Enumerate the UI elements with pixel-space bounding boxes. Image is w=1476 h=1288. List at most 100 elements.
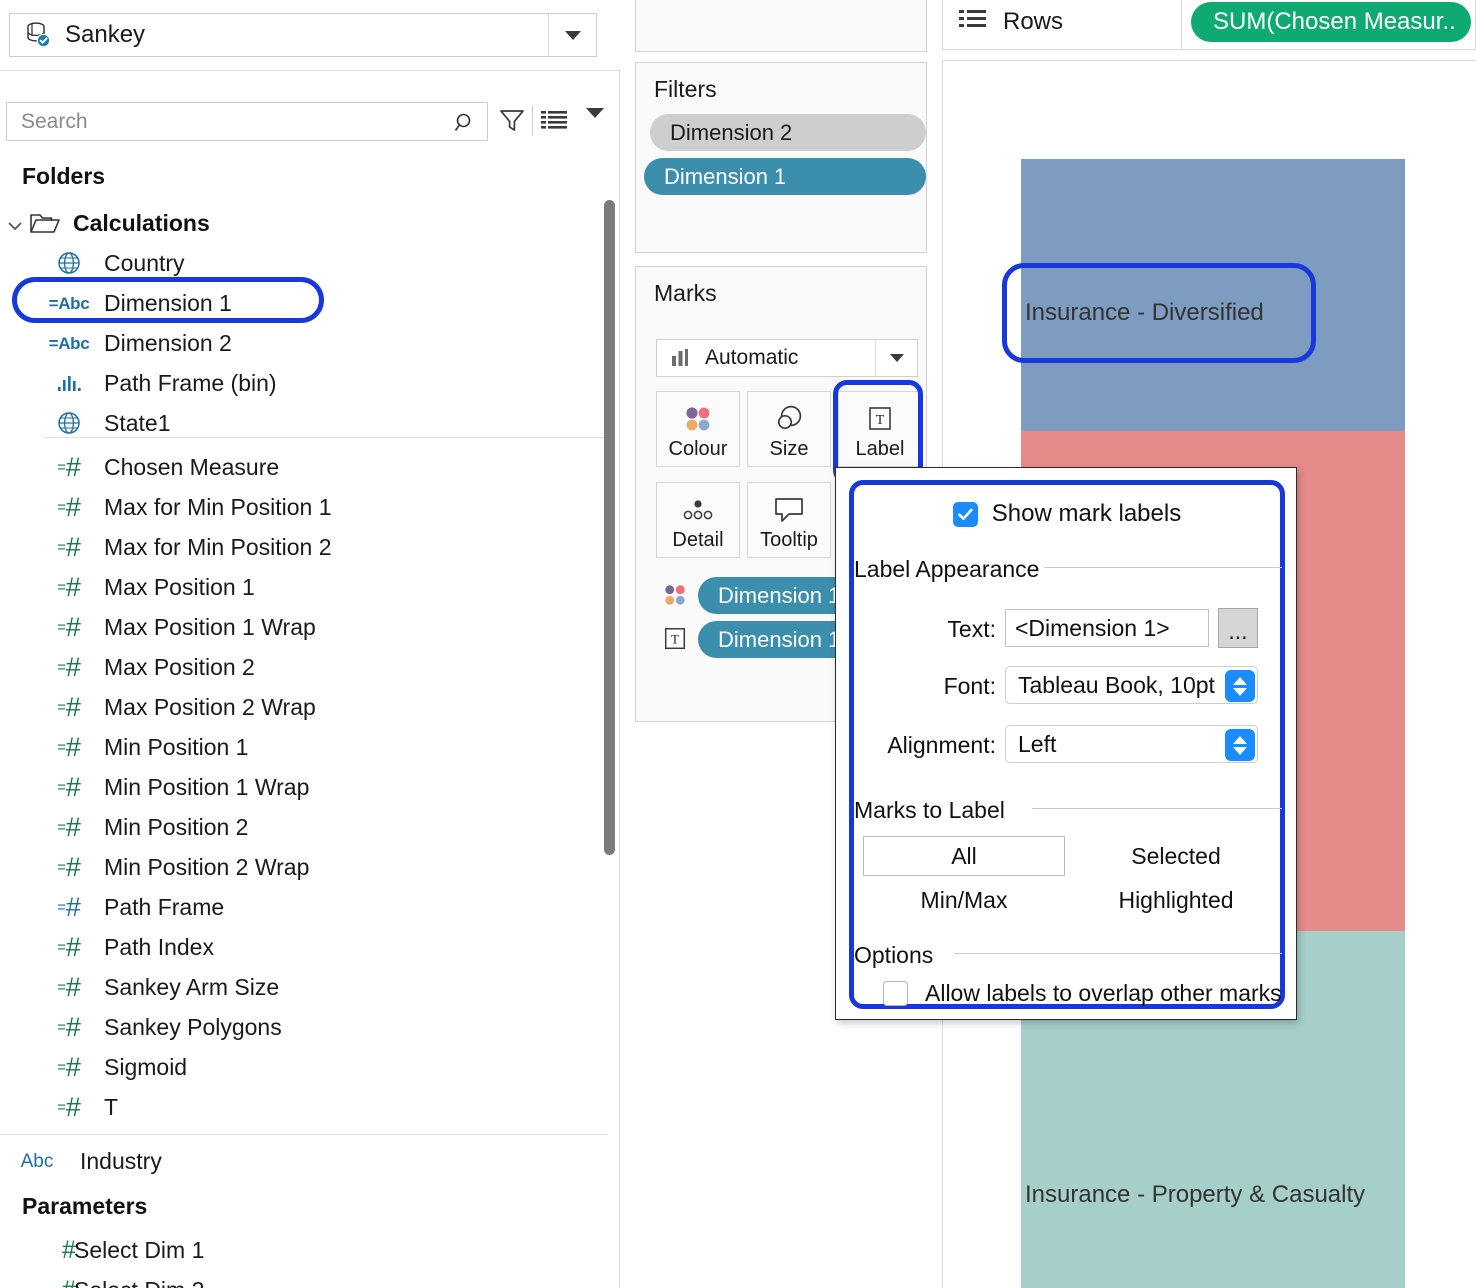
- field-row[interactable]: =# Path Frame: [0, 887, 608, 927]
- field-row[interactable]: =# Max Position 1: [0, 567, 608, 607]
- field-row[interactable]: =# Sankey Arm Size: [0, 967, 608, 1007]
- pill-label: Dimension 1: [718, 626, 841, 652]
- chevron-down-icon[interactable]: [6, 215, 22, 231]
- bar-segment-insurance-diversified[interactable]: [1021, 159, 1405, 431]
- marks-to-label-option-all[interactable]: All: [863, 836, 1065, 876]
- field-label: State1: [104, 409, 171, 436]
- mark-type-dropdown-button[interactable]: [875, 340, 917, 376]
- show-mark-labels-checkbox[interactable]: [952, 501, 978, 527]
- marks-title: Marks: [654, 280, 717, 306]
- field-label: Max Position 2: [104, 653, 255, 680]
- stepper-icon[interactable]: [1225, 729, 1255, 761]
- field-label: Sigmoid: [104, 1053, 188, 1080]
- parameter-row-select-dim-1[interactable]: # Select Dim 1: [0, 1230, 608, 1270]
- calculated-hash-icon: =#: [57, 491, 81, 522]
- marks-button-label[interactable]: T Label: [838, 391, 922, 467]
- folders-heading: Folders: [22, 163, 106, 189]
- field-label: Industry: [80, 1147, 162, 1174]
- rows-shelf[interactable]: Rows SUM(Chosen Measur..: [942, 0, 1476, 50]
- size-circles-icon: [772, 402, 806, 436]
- ellipsis-label: ...: [1228, 618, 1248, 644]
- marks-button-detail[interactable]: Detail: [656, 482, 740, 558]
- mark-type-selector[interactable]: Automatic: [656, 339, 918, 377]
- shelf-divider: [1181, 0, 1182, 49]
- field-row[interactable]: =# Path Index: [0, 927, 608, 967]
- marks-button-tooltip[interactable]: Tooltip: [747, 482, 831, 558]
- marks-to-label-option-selected[interactable]: Selected: [1076, 836, 1276, 876]
- marks-button-caption: Label: [855, 438, 905, 460]
- chevron-down-icon: [889, 354, 904, 362]
- filter-pill-dimension-1[interactable]: Dimension 1: [644, 158, 926, 195]
- field-row[interactable]: =Abc Dimension 2: [0, 323, 608, 363]
- datasource-dropdown-button[interactable]: [548, 14, 596, 56]
- field-label: Path Frame (bin): [104, 369, 277, 396]
- pane-section-divider: [0, 1134, 608, 1135]
- show-mark-labels-row[interactable]: Show mark labels: [836, 500, 1298, 528]
- field-label: Max for Min Position 1: [104, 493, 332, 520]
- search-input[interactable]: [21, 109, 421, 134]
- database-check-icon: [24, 20, 54, 50]
- calculated-hash-icon: =#: [57, 611, 81, 642]
- pill-label: Dimension 1: [718, 582, 841, 608]
- field-row[interactable]: =# Max Position 1 Wrap: [0, 607, 608, 647]
- stepper-icon[interactable]: [1225, 670, 1255, 702]
- calculated-hash-icon: =#: [57, 651, 81, 682]
- font-selector[interactable]: Tableau Book, 10pt: [1005, 666, 1258, 704]
- label-settings-dialog: Show mark labels Label Appearance Text: …: [835, 467, 1297, 1020]
- field-row[interactable]: =# Max for Min Position 1: [0, 487, 608, 527]
- field-row[interactable]: =# Min Position 1: [0, 727, 608, 767]
- field-row[interactable]: =# Max Position 2: [0, 647, 608, 687]
- field-row[interactable]: =# Sigmoid: [0, 1047, 608, 1087]
- marks-button-label: Detail: [672, 529, 724, 551]
- field-row[interactable]: =# T: [0, 1087, 608, 1127]
- field-row[interactable]: Path Frame (bin): [0, 363, 608, 403]
- list-view-icon[interactable]: [541, 110, 569, 139]
- field-label: Min Position 2: [104, 813, 249, 840]
- calculated-hash-icon: =#: [57, 851, 81, 882]
- rows-pill-sum-chosen-measure[interactable]: SUM(Chosen Measur..: [1191, 2, 1471, 42]
- show-mark-labels-label: Show mark labels: [991, 500, 1182, 527]
- marks-button-colour[interactable]: Colour: [656, 391, 740, 467]
- marks-to-label-option-min-max[interactable]: Min/Max: [863, 880, 1065, 920]
- datasource-selector[interactable]: Sankey: [9, 13, 597, 57]
- field-row-industry[interactable]: Abc Industry: [0, 1141, 608, 1181]
- parameter-row-select-dim-2[interactable]: # Select Dim 2: [0, 1270, 608, 1288]
- allow-overlap-checkbox[interactable]: [883, 981, 908, 1006]
- parameter-label: Select Dim 2: [74, 1277, 204, 1288]
- search-icon: [453, 111, 477, 140]
- calculated-hash-icon: =#: [57, 811, 81, 842]
- data-pane-scrollbar[interactable]: [604, 200, 615, 855]
- allow-overlap-row[interactable]: Allow labels to overlap other marks: [883, 980, 1282, 1007]
- filter-pill-dimension-2[interactable]: Dimension 2: [650, 114, 926, 151]
- mark-type-label: Automatic: [705, 346, 799, 369]
- field-row[interactable]: =# Max Position 2 Wrap: [0, 687, 608, 727]
- alignment-selector[interactable]: Left: [1005, 725, 1258, 763]
- field-row[interactable]: =# Sankey Polygons: [0, 1007, 608, 1047]
- field-row[interactable]: =# Min Position 1 Wrap: [0, 767, 608, 807]
- colour-swatches-icon: [681, 402, 715, 436]
- funnel-icon[interactable]: [497, 106, 527, 141]
- chevron-down-icon[interactable]: [586, 108, 604, 136]
- calculated-hash-icon: =#: [57, 731, 81, 762]
- marks-button-size[interactable]: Size: [747, 391, 831, 467]
- calculated-hash-icon: =#: [57, 1051, 81, 1082]
- field-row[interactable]: =# Min Position 2 Wrap: [0, 847, 608, 887]
- field-row[interactable]: =# Chosen Measure: [0, 447, 608, 487]
- field-label: Chosen Measure: [104, 453, 280, 480]
- section-rule: [954, 953, 1282, 954]
- search-field[interactable]: [6, 102, 488, 141]
- label-appearance-heading: Label Appearance: [854, 556, 1040, 582]
- marks-button-label: Colour: [668, 438, 728, 460]
- options-heading: Options: [854, 942, 934, 968]
- field-row[interactable]: Country: [0, 243, 608, 283]
- label-text-editor-button[interactable]: ...: [1218, 608, 1258, 648]
- field-row[interactable]: =# Min Position 2: [0, 807, 608, 847]
- label-text-field[interactable]: <Dimension 1>: [1005, 609, 1209, 647]
- field-row[interactable]: =# Max for Min Position 2: [0, 527, 608, 567]
- marks-to-label-option-highlighted[interactable]: Highlighted: [1076, 880, 1276, 920]
- label-text-value: <Dimension 1>: [1015, 614, 1170, 641]
- detail-dots-icon: [680, 493, 716, 527]
- field-row[interactable]: =Abc Dimension 1: [0, 283, 608, 323]
- colour-swatches-icon: [656, 580, 694, 610]
- folder-calculations[interactable]: Calculations: [0, 203, 608, 243]
